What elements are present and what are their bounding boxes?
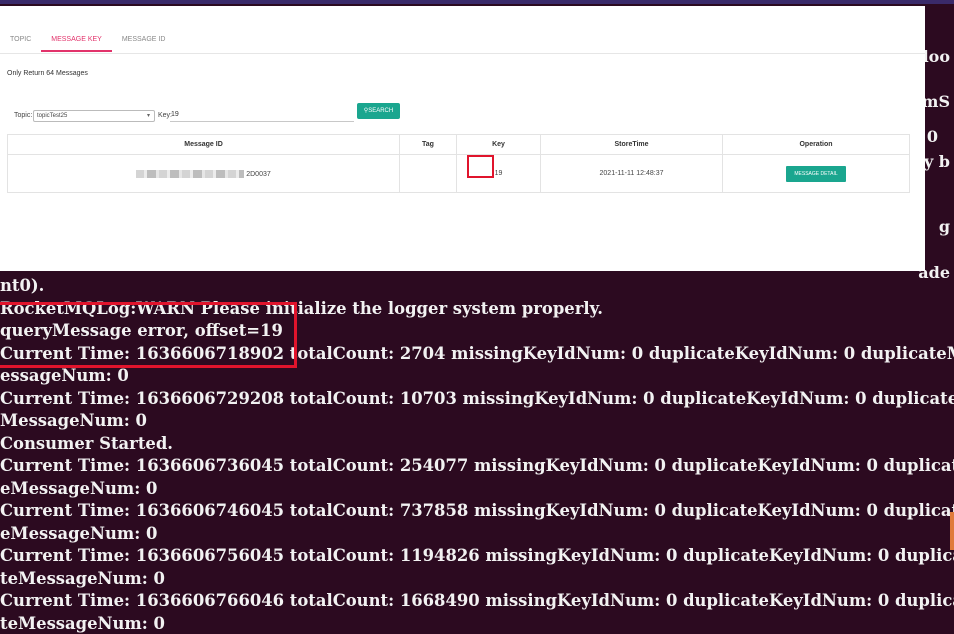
message-detail-button[interactable]: MESSAGE DETAIL xyxy=(786,165,846,182)
highlight-box-key xyxy=(467,155,494,178)
terminal-line: eMessageNum: 0 xyxy=(0,479,158,498)
terminal-line: Current Time: 1636606729208 totalCount: … xyxy=(0,389,954,408)
tab-topic[interactable]: TOPIC xyxy=(0,32,41,52)
terminal-line: Consumer Started. xyxy=(0,434,173,453)
terminal-line: teMessageNum: 0 xyxy=(0,614,165,633)
cell-operation: MESSAGE DETAIL xyxy=(722,154,910,193)
terminal-line: Current Time: 1636606756045 totalCount: … xyxy=(0,546,954,565)
terminal-fragment: 0 xyxy=(926,127,938,146)
cell-storetime: 2021-11-11 12:48:37 xyxy=(540,154,723,193)
cell-message-id: 2D0037 xyxy=(7,154,400,193)
column-header-tag: Tag xyxy=(399,134,457,155)
terminal-line: Current Time: 1636606746045 totalCount: … xyxy=(0,501,954,520)
topic-select[interactable]: topicTest25 ▾ xyxy=(33,110,155,122)
terminal-fragment: y b xyxy=(923,152,950,171)
column-header-storetime: StoreTime xyxy=(540,134,723,155)
key-input[interactable] xyxy=(170,108,354,122)
message-id-suffix: 2D0037 xyxy=(246,170,271,178)
cell-tag xyxy=(399,154,457,193)
chevron-down-icon: ▾ xyxy=(146,113,150,119)
table-row: 2D0037 19 2021-11-11 12:48:37 MESSAGE DE… xyxy=(7,154,910,193)
terminal-scroll-marker xyxy=(950,512,954,550)
terminal-line: MessageNum: 0 xyxy=(0,411,147,430)
tab-message-key[interactable]: MESSAGE KEY xyxy=(41,32,112,52)
terminal-line: Current Time: 1636606736045 totalCount: … xyxy=(0,456,954,475)
redacted-message-id xyxy=(136,169,245,178)
search-button-label: SEARCH xyxy=(368,108,394,114)
topic-select-value: topicTest25 xyxy=(37,113,68,119)
message-table: Message ID Tag Key StoreTime Operation 2… xyxy=(7,134,910,193)
table-header-row: Message ID Tag Key StoreTime Operation xyxy=(7,134,910,155)
column-header-key: Key xyxy=(456,134,541,155)
highlight-box-error xyxy=(0,302,297,368)
window-top-strip xyxy=(0,0,954,4)
tab-message-id[interactable]: MESSAGE ID xyxy=(112,32,176,52)
message-tabs: TOPIC MESSAGE KEY MESSAGE ID xyxy=(0,32,175,54)
column-header-operation: Operation xyxy=(722,134,910,155)
terminal-line: teMessageNum: 0 xyxy=(0,569,165,588)
terminal-fragment: g xyxy=(938,217,950,236)
terminal-line: Current Time: 1636606766046 totalCount: … xyxy=(0,591,954,610)
tabs-divider xyxy=(0,53,925,54)
terminal-line: nt0). xyxy=(0,276,45,295)
topic-label: Topic: xyxy=(14,112,33,119)
terminal-fragment: loo xyxy=(922,47,950,66)
rocketmq-console-panel: TOPIC MESSAGE KEY MESSAGE ID Only Return… xyxy=(0,6,925,271)
result-limit-notice: Only Return 64 Messages xyxy=(7,70,88,77)
column-header-message-id: Message ID xyxy=(7,134,400,155)
terminal-line: eMessageNum: 0 xyxy=(0,524,158,543)
search-button[interactable]: ⚲SEARCH xyxy=(357,103,400,119)
terminal-line: essageNum: 0 xyxy=(0,366,129,385)
